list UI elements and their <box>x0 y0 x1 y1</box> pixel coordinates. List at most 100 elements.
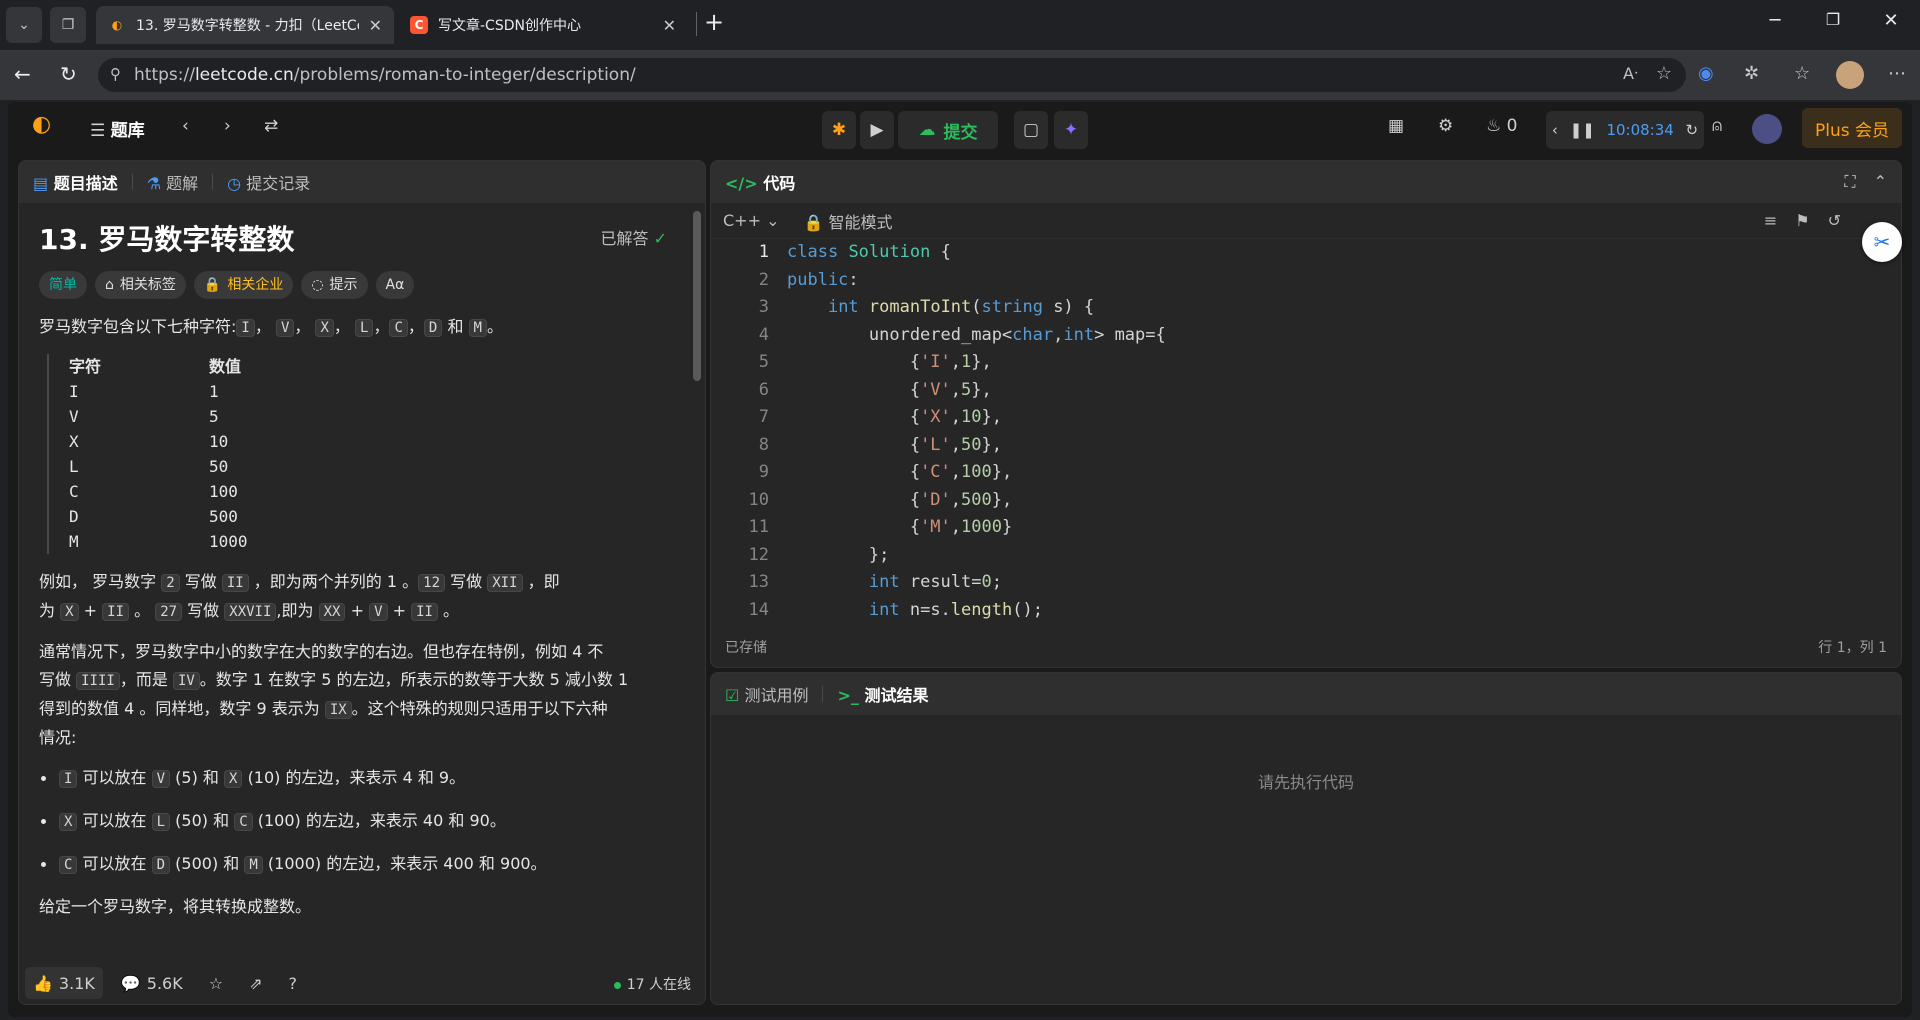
tab-code[interactable]: </> 代码 <box>725 170 795 194</box>
like-count: 3.1K <box>58 973 95 993</box>
companies-button[interactable]: 🔒 相关企业 <box>193 271 294 299</box>
close-tab-icon[interactable]: ✕ <box>663 16 676 35</box>
inline-code: IX <box>324 701 352 719</box>
chevron-left-icon[interactable]: ‹ <box>1552 121 1558 139</box>
plus-label: Plus 会员 <box>1814 120 1889 141</box>
pause-icon[interactable]: ❚❚ <box>1570 121 1595 139</box>
reset-code-icon[interactable]: ↺ <box>1828 211 1841 230</box>
submit-button[interactable]: ☁ 提交 <box>898 111 998 149</box>
tab-label: 测试用例 <box>744 686 809 705</box>
next-problem-button[interactable]: › <box>224 116 231 136</box>
extension-icon[interactable]: ◉ <box>1698 63 1714 84</box>
symbol-cell: M <box>69 532 79 551</box>
arrow-left-icon: ← <box>14 62 31 86</box>
workspaces-button[interactable]: ❐ <box>50 7 86 43</box>
text: 。数字 1 在数字 5 的左边，所表示的数等于大数 5 减小数 1 <box>199 670 629 689</box>
bookmark-icon[interactable]: ⚑ <box>1795 211 1809 230</box>
plus-member-button[interactable]: Plus 会员 <box>1802 108 1902 148</box>
code-area[interactable]: 1 class Solution { 2 public: 3 int romanTo… <box>711 239 1901 627</box>
timer-widget[interactable]: ‹ ❚❚ 10:08:34 ↻ <box>1546 111 1704 149</box>
collapse-icon[interactable]: ⌃ <box>1874 172 1887 192</box>
related-tags-button[interactable]: ⌂ 相关标签 <box>95 271 186 299</box>
site-info-icon[interactable]: ⚲ <box>110 65 121 83</box>
settings-button[interactable]: ⚙ <box>1438 116 1453 136</box>
tab-submissions[interactable]: ◷ 提交记录 <box>227 170 310 194</box>
inline-code: C <box>389 319 408 337</box>
leetcode-logo[interactable]: ◐ <box>32 112 51 137</box>
debug-button[interactable]: ✱ <box>822 111 856 149</box>
code-icon: </> <box>725 174 758 193</box>
fullscreen-icon[interactable]: ⛶ <box>1844 172 1855 192</box>
tab-test-result[interactable]: >_ 测试结果 <box>837 682 928 706</box>
code-line: 5 {'I',1}, <box>758 352 992 372</box>
code-line: 9 {'C',100}, <box>758 462 1013 482</box>
run-button[interactable]: ▶ <box>860 111 894 149</box>
language-select[interactable]: C++ ⌄ <box>723 211 779 230</box>
problem-title[interactable]: 13. 罗马数字转整数 <box>39 217 685 263</box>
read-aloud-icon[interactable]: Aᐧ <box>1623 64 1638 83</box>
browser-tab-csdn[interactable]: C 写文章-CSDN创作中心 ✕ <box>398 6 688 44</box>
user-avatar[interactable] <box>1752 114 1782 144</box>
browser-tab-leetcode[interactable]: ◐ 13. 罗马数字转整数 - 力扣（LeetCode） ✕ <box>96 6 394 44</box>
smart-mode-toggle[interactable]: 🔒 智能模式 <box>803 209 892 233</box>
extensions-puzzle-icon[interactable]: ✲ <box>1744 63 1759 84</box>
scissors-icon: ✂ <box>1873 230 1891 254</box>
favorites-icon[interactable]: ☆ <box>1794 63 1810 84</box>
random-problem-button[interactable]: ⇄ <box>264 116 278 136</box>
feedback-button[interactable]: ? <box>280 967 305 999</box>
mode-label: 智能模式 <box>828 212 893 232</box>
leetcode-icon: ◐ <box>108 16 126 34</box>
inline-code: V <box>369 603 388 621</box>
format-icon[interactable]: ≡ <box>1764 211 1777 230</box>
favorite-star-icon[interactable]: ☆ <box>1656 63 1672 84</box>
solved-label: 已解答 <box>600 229 649 248</box>
hint-button[interactable]: ◌ 提示 <box>301 271 368 299</box>
problem-list-link[interactable]: ☰ 题库 <box>90 116 145 141</box>
prev-problem-button[interactable]: ‹ <box>182 116 189 136</box>
more-menu-icon[interactable]: ⋯ <box>1888 63 1906 84</box>
tab-testcases[interactable]: ☑ 测试用例 <box>725 682 808 706</box>
translate-button[interactable]: Aα <box>375 271 415 299</box>
notes-button[interactable]: ▢ <box>1014 111 1048 149</box>
list-item: C 可以放在 D (500) 和 M (1000) 的左边，来表示 400 和 … <box>39 850 685 879</box>
url-scheme: https:// <box>134 65 195 85</box>
share-button[interactable]: ⇗ <box>241 967 270 999</box>
browser-tab-bar: ⌄ ❐ ◐ 13. 罗马数字转整数 - 力扣（LeetCode） ✕ C 写文章… <box>0 0 1920 50</box>
reset-icon[interactable]: ↻ <box>1686 121 1699 139</box>
floating-tool-button[interactable]: ✂ <box>1862 222 1902 262</box>
back-button[interactable]: ← <box>14 62 31 86</box>
difficulty-badge[interactable]: 简单 <box>39 271 87 299</box>
reload-icon: ↻ <box>60 62 77 86</box>
minimize-button[interactable]: ─ <box>1752 10 1798 31</box>
tab-actions-button[interactable]: ⌄ <box>6 7 42 43</box>
address-bar[interactable]: ⚲ https://leetcode.cn/problems/roman-to-… <box>98 58 1686 92</box>
streak-counter[interactable]: ♨ 0 <box>1486 116 1517 136</box>
inline-code: X <box>59 813 78 831</box>
code-line: 13 int result=0; <box>748 572 1002 592</box>
close-tab-icon[interactable]: ✕ <box>369 16 382 35</box>
profile-avatar[interactable] <box>1836 61 1864 89</box>
inline-code: XX <box>318 603 346 621</box>
invite-button[interactable]: ⍝ <box>1712 116 1722 136</box>
tab-solutions[interactable]: ⚗ 题解 <box>147 170 198 194</box>
close-window-button[interactable]: ✕ <box>1868 10 1914 31</box>
list-icon: ☰ <box>90 121 106 141</box>
text: 可以放在 <box>82 811 147 830</box>
comments-button[interactable]: 💬 5.6K <box>113 967 191 999</box>
inline-code: XXVII <box>224 603 277 621</box>
problem-tags: 简单 ⌂ 相关标签 🔒 相关企业 ◌ 提示 Aα <box>39 271 685 299</box>
description-scrollbar[interactable] <box>693 211 701 381</box>
tag-label: 相关企业 <box>227 277 284 293</box>
like-button[interactable]: 👍 3.1K <box>25 967 103 999</box>
ai-assistant-button[interactable]: ✦ <box>1054 111 1088 149</box>
tab-title: 写文章-CSDN创作中心 <box>438 18 581 34</box>
value-cell: 1000 <box>209 532 248 551</box>
language-label: C++ <box>723 211 761 230</box>
new-tab-button[interactable]: + <box>704 8 724 36</box>
value-cell: 10 <box>209 432 229 451</box>
layout-button[interactable]: ▦ <box>1388 116 1404 136</box>
tab-description[interactable]: ▤ 题目描述 <box>33 170 118 194</box>
restore-button[interactable]: ❐ <box>1810 10 1856 29</box>
favorite-button[interactable]: ☆ <box>201 967 231 999</box>
reload-button[interactable]: ↻ <box>60 62 77 86</box>
